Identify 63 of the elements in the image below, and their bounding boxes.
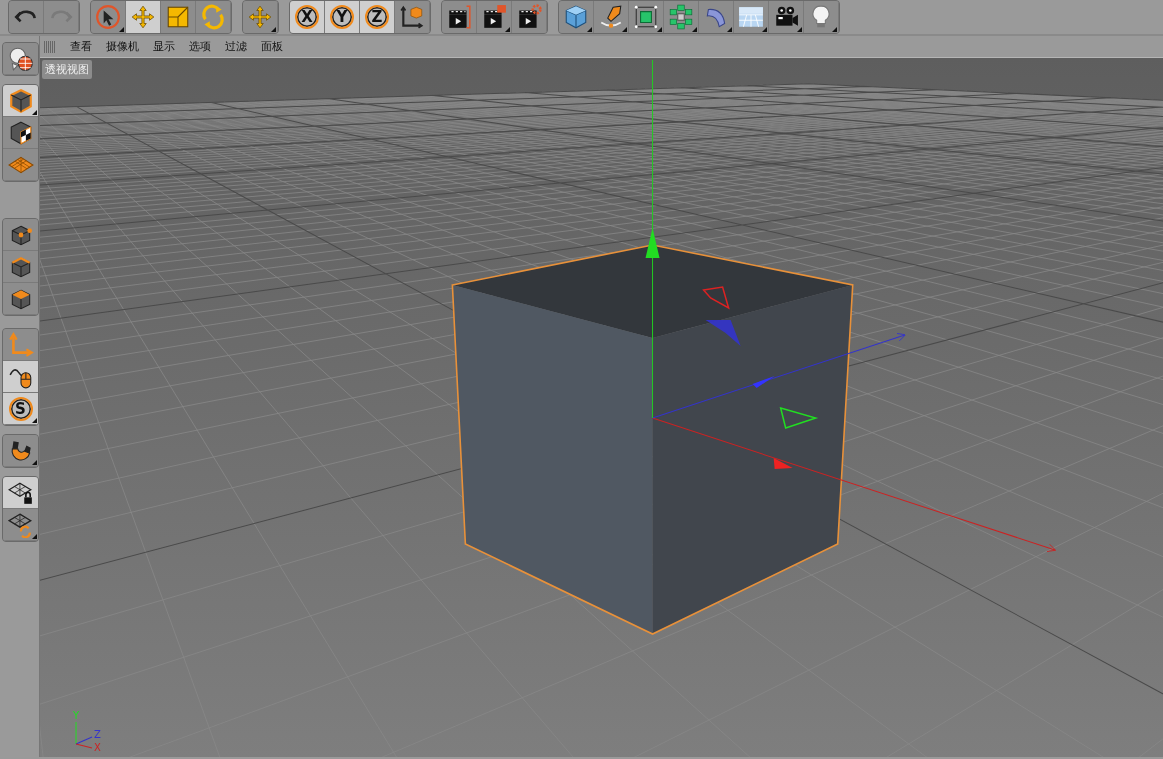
floor-button[interactable] [734, 1, 769, 33]
workplane-sync-button[interactable] [3, 509, 38, 541]
globe-button[interactable] [3, 43, 38, 75]
axis-toggle-button[interactable]: S [3, 393, 38, 425]
menu-item[interactable]: 选项 [189, 39, 211, 54]
four-way-arrow-icon [130, 4, 156, 30]
polygons-mode-button[interactable] [3, 283, 38, 315]
lock-workplane-button[interactable] [3, 477, 38, 509]
clapperboard-gear-icon [516, 4, 542, 30]
tweak-mode-button[interactable] [3, 361, 38, 393]
render-view-button[interactable] [442, 1, 477, 33]
axis-gizmo-drawing [75, 721, 93, 749]
select-tool-button[interactable] [91, 1, 126, 33]
axis-label: Z [94, 729, 101, 740]
four-way-arrow-icon [247, 4, 273, 30]
coordinate-system-button[interactable] [395, 1, 430, 33]
y-axis-arrow[interactable] [645, 59, 660, 419]
globe-icon [7, 45, 34, 72]
axis-cube-icon [399, 4, 425, 30]
axis-toggle-button[interactable]: Z [360, 1, 395, 33]
scale-square-icon [165, 4, 191, 30]
render-picture-button[interactable] [477, 1, 512, 33]
cloner-button[interactable] [664, 1, 699, 33]
view-label: 透视视图 [42, 60, 92, 79]
clapperboard-icon [446, 4, 472, 30]
cube-ring-icon [668, 4, 694, 30]
cube-outline-icon [7, 87, 34, 114]
deformer-button[interactable] [699, 1, 734, 33]
cube-drawing[interactable] [451, 244, 854, 635]
menu-item[interactable]: 摄像机 [106, 39, 139, 54]
cube-button[interactable] [559, 1, 594, 33]
undo-button[interactable] [9, 1, 44, 33]
pen-button[interactable] [594, 1, 629, 33]
move-tool-button[interactable] [126, 1, 161, 33]
cube-cage-icon [633, 4, 659, 30]
cube-icon [563, 4, 589, 30]
subdivision-button[interactable] [629, 1, 664, 33]
axis-corner-icon [7, 331, 34, 358]
axis-toggle-button[interactable]: Y [325, 1, 360, 33]
menu-item[interactable]: 显示 [153, 39, 175, 54]
axis-toggle-button[interactable]: X [290, 1, 325, 33]
camera-button[interactable] [769, 1, 804, 33]
snap-button[interactable] [3, 435, 38, 467]
clapperboard-icon [481, 4, 507, 30]
move-tool-button[interactable] [243, 1, 278, 33]
model-mode-button[interactable] [3, 85, 38, 117]
scale-tool-button[interactable] [161, 1, 196, 33]
rotate-arrows-icon [200, 4, 226, 30]
menu-item[interactable]: 查看 [70, 39, 92, 54]
light-button[interactable] [804, 1, 839, 33]
plane-handle-drawing[interactable] [702, 286, 819, 429]
axis-label: X [94, 742, 101, 753]
menu-item[interactable]: 过滤 [225, 39, 247, 54]
grid-sync-icon [7, 511, 34, 538]
texture-mode-button[interactable] [3, 117, 38, 149]
points-mode-button[interactable] [3, 219, 38, 251]
render-settings-button[interactable] [512, 1, 547, 33]
edges-mode-button[interactable] [3, 251, 38, 283]
pen-nib-icon [598, 4, 624, 30]
axis-label: Y [73, 710, 80, 721]
grid-plane-icon [738, 4, 764, 30]
grip-handle[interactable] [44, 40, 56, 53]
menu-item[interactable]: 面板 [261, 39, 283, 54]
